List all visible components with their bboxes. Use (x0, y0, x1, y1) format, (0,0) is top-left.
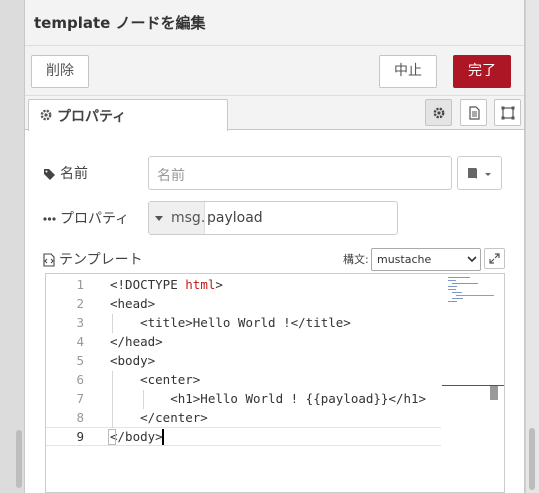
line-number: 8 (76, 410, 84, 425)
workspace-right-edge (525, 0, 539, 493)
code-text: </head> (110, 334, 163, 349)
tray-title: template ノードを編集 (34, 14, 206, 32)
property-label: プロパティ (43, 208, 129, 228)
tabs-bar: プロパティ (25, 96, 524, 131)
tab-properties-label: プロパティ (57, 109, 127, 125)
chevron-down-icon (467, 256, 477, 263)
document-icon (469, 106, 480, 120)
line-number: 4 (76, 334, 84, 349)
code-text: <h1>Hello World ! {{payload}}</h1> (110, 391, 427, 406)
code-line: 8 </center> (46, 409, 441, 428)
code-line: 6 <center> (46, 371, 441, 390)
caret-down-icon (155, 216, 163, 221)
line-number: 3 (76, 315, 84, 330)
line-number: 7 (76, 391, 84, 406)
property-typed-input[interactable]: msg. payload (148, 201, 398, 235)
expand-editor-button[interactable] (484, 248, 505, 269)
text-cursor (162, 429, 164, 445)
code-line: 5 <body> (46, 352, 441, 371)
tab-properties[interactable]: プロパティ (28, 99, 228, 131)
tab-settings-icon-button[interactable] (425, 99, 452, 126)
code-token: > (215, 277, 223, 292)
edit-tray: template ノードを編集 削除 中止 完了 プロパティ 名前 名前 プロパ… (24, 0, 525, 493)
file-code-icon (43, 253, 55, 267)
code-line: 7 <h1>Hello World ! {{payload}}</h1> (46, 390, 441, 409)
done-button[interactable]: 完了 (453, 55, 511, 88)
tab-description-icon-button[interactable] (460, 99, 487, 126)
tag-icon (44, 168, 55, 180)
line-number: 9 (76, 429, 84, 444)
name-input[interactable]: 名前 (148, 156, 452, 190)
template-label-text: テンプレート (59, 252, 143, 268)
appearance-icon (501, 106, 515, 120)
code-token: <!DOCTYPE (110, 277, 186, 292)
code-text: </body> (110, 429, 163, 444)
line-number: 1 (76, 277, 84, 292)
name-label: 名前 (43, 163, 88, 183)
code-token-keyword: html (185, 277, 216, 292)
code-text: <head> (110, 296, 156, 311)
tab-appearance-icon-button[interactable] (494, 99, 521, 126)
expand-icon (489, 253, 500, 264)
name-label-text: 名前 (60, 166, 88, 182)
workspace-left-edge (0, 0, 24, 493)
code-text: <!DOCTYPE html> (110, 277, 223, 292)
property-type-text: msg. (171, 210, 206, 226)
tray-header: template ノードを編集 (25, 0, 524, 46)
gear-icon (39, 108, 53, 122)
delete-button[interactable]: 削除 (31, 55, 89, 88)
editor-scrollbar-thumb[interactable] (490, 386, 498, 400)
code-line: 2 <head> (46, 295, 441, 314)
code-text: <title>Hello World !</title> (110, 315, 351, 330)
book-icon (468, 168, 491, 179)
workspace-scrollbar-right[interactable] (529, 428, 535, 490)
code-text: <body> (110, 353, 156, 368)
syntax-value: mustache (377, 253, 432, 266)
ellipsis-icon (43, 217, 56, 221)
code-line: 9 </body> (46, 428, 441, 447)
syntax-label: 構文: (343, 253, 369, 266)
line-number: 5 (76, 353, 84, 368)
property-type-select[interactable]: msg. (149, 202, 205, 234)
line-number: 6 (76, 372, 84, 387)
tray-toolbar: 削除 中止 完了 (25, 46, 524, 96)
property-label-text: プロパティ (60, 211, 130, 227)
template-code-editor[interactable]: 1 <!DOCTYPE html> 2 <head> 3 <title>Hell… (45, 273, 505, 493)
property-value[interactable]: payload (207, 210, 263, 226)
code-line: 3 <title>Hello World !</title> (46, 314, 441, 333)
syntax-select[interactable]: mustache (371, 248, 481, 271)
code-text: <center> (110, 372, 201, 387)
gear-icon (433, 107, 445, 119)
line-number: 2 (76, 296, 84, 311)
bracket-match-highlight (108, 429, 116, 445)
editor-minimap[interactable] (442, 274, 504, 394)
code-line: 4 </head> (46, 333, 441, 352)
cancel-button[interactable]: 中止 (379, 55, 437, 88)
icon-library-button[interactable] (457, 156, 502, 190)
name-placeholder: 名前 (157, 168, 185, 184)
workspace-scrollbar[interactable] (16, 430, 22, 488)
code-text: </center> (110, 410, 208, 425)
template-label: テンプレート (43, 249, 143, 269)
code-line: 1 <!DOCTYPE html> (46, 276, 441, 295)
